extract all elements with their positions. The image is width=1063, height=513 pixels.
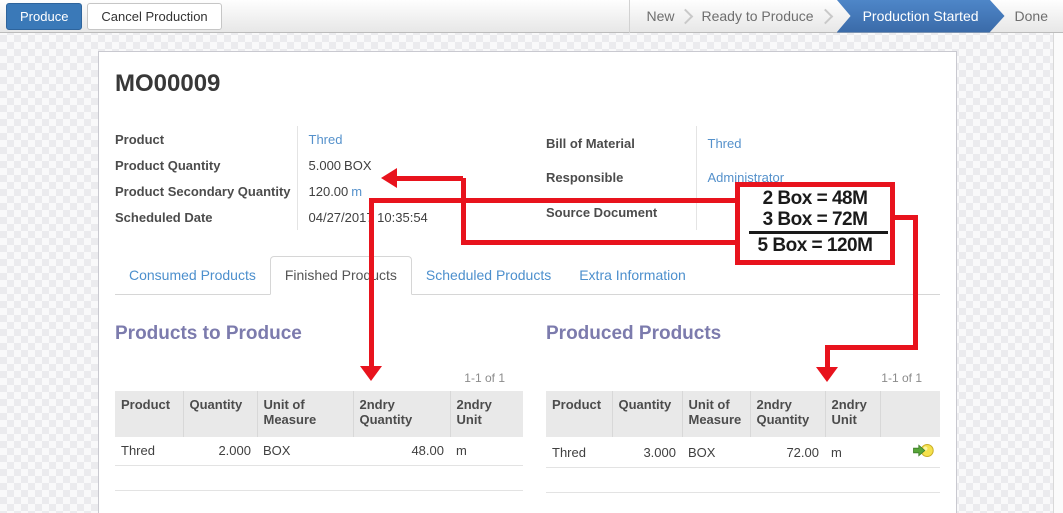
table-row[interactable]: Thred 3.000 BOX 72.00 m: [546, 437, 940, 468]
column-header-quantity[interactable]: Quantity: [612, 391, 682, 437]
cell-2ndry-unit: m: [450, 437, 523, 465]
cell-2ndry-quantity: 48.00: [353, 437, 450, 465]
cell-quantity: 2.000: [183, 437, 257, 465]
field-unit: BOX: [344, 158, 371, 173]
page-title: MO00009: [115, 70, 940, 98]
pager: 1-1 of 1: [115, 371, 505, 385]
field-group-left: Product Thred Product Quantity 5.000BOX …: [115, 126, 523, 230]
chevron-separator-icon: [678, 8, 694, 24]
responsible-link[interactable]: Administrator: [708, 170, 785, 185]
empty-row: [546, 468, 940, 493]
table-header-row: Product Quantity Unit of Measure 2ndry Q…: [115, 391, 523, 437]
chevron-separator-icon: [817, 8, 833, 24]
field-label: Source Document: [546, 195, 696, 230]
table-row[interactable]: Thred 2.000 BOX 48.00 m: [115, 437, 523, 465]
go-forward-icon[interactable]: [912, 446, 934, 461]
cell-product: Thred: [115, 437, 183, 465]
section-title: Produced Products: [546, 323, 940, 345]
field-product-secondary-quantity: Product Secondary Quantity 120.00m: [115, 178, 523, 204]
top-bar: Produce Cancel Production New Ready to P…: [0, 0, 1063, 33]
tab-finished-products[interactable]: Finished Products: [270, 256, 412, 295]
cell-2ndry-unit: m: [825, 437, 880, 468]
empty-row: [115, 465, 523, 490]
statusbar-step-new[interactable]: New: [646, 8, 674, 24]
field-value: [696, 195, 940, 230]
column-header-actions: [880, 391, 940, 437]
field-label: Product Secondary Quantity: [115, 178, 297, 204]
section-title: Products to Produce: [115, 323, 523, 345]
field-value: 120.00: [309, 184, 349, 199]
column-header-uom[interactable]: Unit of Measure: [257, 391, 353, 437]
cell-quantity: 3.000: [612, 437, 682, 468]
empty-row: [546, 493, 940, 513]
field-value: 5.000: [309, 158, 342, 173]
field-label: Responsible: [546, 161, 696, 196]
statusbar-step-ready-to-produce[interactable]: Ready to Produce: [701, 8, 813, 24]
column-header-2ndry-quantity[interactable]: 2ndry Quantity: [353, 391, 450, 437]
column-header-2ndry-unit[interactable]: 2ndry Unit: [825, 391, 880, 437]
product-link[interactable]: Thred: [309, 132, 343, 147]
field-source-document: Source Document: [546, 195, 940, 230]
field-groups: Product Thred Product Quantity 5.000BOX …: [115, 126, 940, 230]
cancel-production-button[interactable]: Cancel Production: [87, 3, 221, 30]
produced-products-section: Produced Products 1-1 of 1 Product Quant…: [546, 323, 940, 513]
field-product-quantity: Product Quantity 5.000BOX: [115, 152, 523, 178]
column-header-2ndry-quantity[interactable]: 2ndry Quantity: [750, 391, 825, 437]
products-to-produce-table: Product Quantity Unit of Measure 2ndry Q…: [115, 391, 523, 513]
field-group-right: Bill of Material Thred Responsible Admin…: [546, 126, 940, 230]
field-value: 04/27/2017 10:35:54: [297, 204, 523, 230]
cell-product: Thred: [546, 437, 612, 468]
produce-button[interactable]: Produce: [6, 3, 82, 30]
field-label: Scheduled Date: [115, 204, 297, 230]
field-label: Product: [115, 126, 297, 152]
column-header-product[interactable]: Product: [115, 391, 183, 437]
empty-row: [115, 490, 523, 513]
secondary-uom-link[interactable]: m: [351, 184, 362, 199]
statusbar-step-done[interactable]: Done: [1015, 8, 1063, 24]
field-responsible: Responsible Administrator: [546, 161, 940, 196]
cell-uom: BOX: [257, 437, 353, 465]
tab-consumed-products[interactable]: Consumed Products: [115, 257, 270, 294]
bom-link[interactable]: Thred: [708, 136, 742, 151]
notebook-tabs: Consumed Products Finished Products Sche…: [115, 257, 940, 295]
statusbar-step-production-started[interactable]: Production Started: [837, 0, 1005, 33]
produced-products-table: Product Quantity Unit of Measure 2ndry Q…: [546, 391, 940, 513]
statusbar: New Ready to Produce Production Started …: [629, 0, 1063, 33]
column-header-2ndry-unit[interactable]: 2ndry Unit: [450, 391, 523, 437]
table-header-row: Product Quantity Unit of Measure 2ndry Q…: [546, 391, 940, 437]
cell-uom: BOX: [682, 437, 750, 468]
column-header-quantity[interactable]: Quantity: [183, 391, 257, 437]
column-header-product[interactable]: Product: [546, 391, 612, 437]
field-product: Product Thred: [115, 126, 523, 152]
field-bill-of-material: Bill of Material Thred: [546, 126, 940, 161]
field-label: Product Quantity: [115, 152, 297, 178]
scrollbar[interactable]: [1053, 33, 1063, 513]
tab-content: Products to Produce 1-1 of 1 Product Qua…: [115, 323, 940, 513]
products-to-produce-section: Products to Produce 1-1 of 1 Product Qua…: [115, 323, 523, 513]
tab-scheduled-products[interactable]: Scheduled Products: [412, 257, 565, 294]
manufacturing-order-sheet: MO00009 Product Thred Product Quantity 5…: [98, 51, 957, 513]
field-scheduled-date: Scheduled Date 04/27/2017 10:35:54: [115, 204, 523, 230]
field-label: Bill of Material: [546, 126, 696, 161]
cell-2ndry-quantity: 72.00: [750, 437, 825, 468]
column-header-uom[interactable]: Unit of Measure: [682, 391, 750, 437]
pager: 1-1 of 1: [546, 371, 922, 385]
tab-extra-information[interactable]: Extra Information: [565, 257, 700, 294]
